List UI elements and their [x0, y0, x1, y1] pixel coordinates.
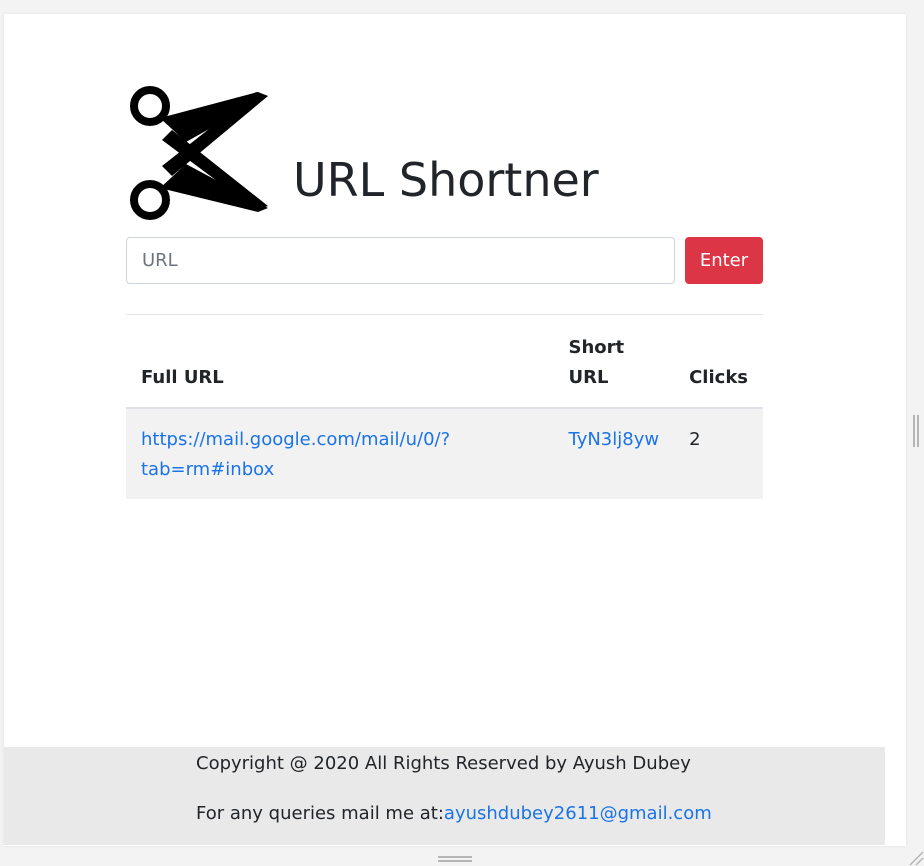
page-title: URL Shortner	[293, 153, 599, 207]
url-input[interactable]	[126, 237, 675, 284]
links-table: Full URL Short URL Clicks https://mail.g…	[126, 314, 763, 499]
resize-corner-icon[interactable]	[906, 846, 924, 866]
header: URL Shortner	[126, 80, 763, 226]
short-url-cell: TyN3lj8yw	[553, 408, 675, 499]
vertical-resize-handle[interactable]	[913, 415, 919, 447]
contact-line: For any queries mail me at:ayushdubey261…	[196, 801, 712, 827]
table-header-row: Full URL Short URL Clicks	[126, 314, 763, 409]
page-frame: URL Shortner Enter Full URL Short URL Cl…	[4, 14, 906, 846]
clicks-cell: 2	[674, 408, 763, 499]
contact-prefix: For any queries mail me at:	[196, 803, 444, 824]
header-short-url: Short URL	[553, 314, 675, 409]
footer: Copyright @ 2020 All Rights Reserved by …	[4, 747, 885, 845]
full-url-link[interactable]: https://mail.google.com/mail/u/0/?tab=rm…	[141, 429, 450, 480]
enter-button[interactable]: Enter	[685, 237, 763, 284]
contact-email-link[interactable]: ayushdubey2611@gmail.com	[444, 803, 712, 824]
horizontal-resize-handle[interactable]	[438, 856, 472, 862]
table-row: https://mail.google.com/mail/u/0/?tab=rm…	[126, 408, 763, 499]
scissors-icon	[130, 86, 268, 220]
header-clicks: Clicks	[674, 314, 763, 409]
copyright-text: Copyright @ 2020 All Rights Reserved by …	[196, 753, 691, 774]
short-url-link[interactable]: TyN3lj8yw	[569, 429, 660, 450]
header-full-url: Full URL	[126, 314, 554, 409]
full-url-cell: https://mail.google.com/mail/u/0/?tab=rm…	[126, 408, 554, 499]
